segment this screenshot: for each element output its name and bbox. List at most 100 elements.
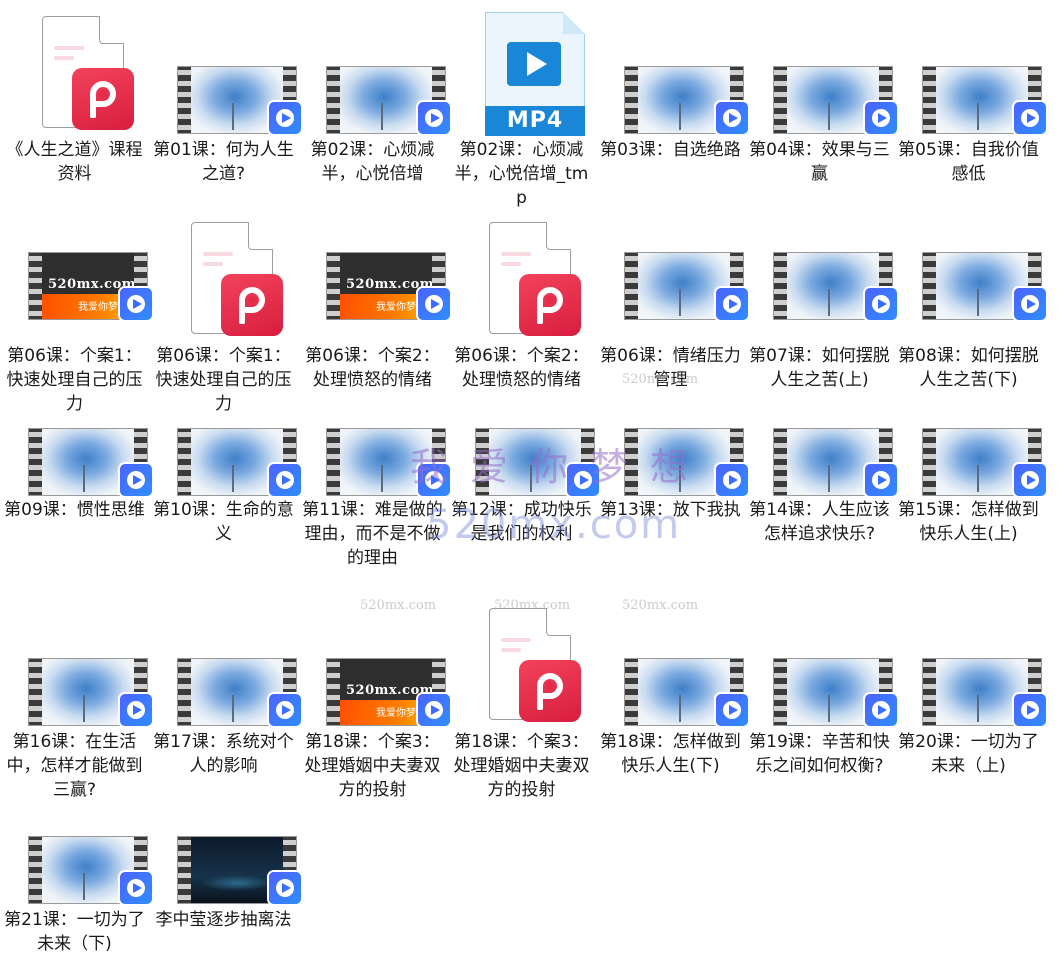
file-name-label: 第21课：一切为了未来（下) [4, 910, 145, 954]
file-name-label: 第15课：怎样做到快乐人生(上) [898, 500, 1039, 544]
thumbnail-frame [42, 837, 134, 903]
pdf-glyph-icon [534, 672, 566, 711]
thumbnail-frame [638, 429, 730, 495]
file-name-label: 第04课：效果与三赢 [749, 140, 890, 184]
page-fold [546, 608, 571, 636]
video-thumbnail-icon[interactable] [773, 252, 893, 320]
video-thumbnail-icon[interactable] [773, 658, 893, 726]
film-perforation [879, 253, 892, 319]
file-name-label: 第01课：何为人生之道? [153, 140, 294, 184]
video-thumbnail-icon[interactable] [326, 428, 446, 496]
pdf-glyph-icon [87, 80, 119, 119]
thumbnail-frame [936, 253, 1028, 319]
film-perforation [625, 253, 638, 319]
video-thumbnail-icon[interactable] [326, 66, 446, 134]
film-perforation [29, 253, 42, 319]
video-thumbnail-icon[interactable]: 520mx.com 我爱你梦想 [326, 252, 446, 320]
film-perforation [879, 67, 892, 133]
film-perforation [29, 429, 42, 495]
film-perforation [327, 67, 340, 133]
file-name-label: 第06课：个案2：处理愤怒的情绪 [454, 346, 589, 390]
text-line [203, 262, 223, 266]
video-thumbnail-icon[interactable] [28, 428, 148, 496]
file-name-label: 第06课：个案1：快速处理自己的压力 [6, 346, 143, 414]
file-name-label: 第06课：个案2：处理愤怒的情绪 [305, 346, 440, 390]
thumbnail-frame [787, 253, 879, 319]
video-thumbnail-icon[interactable] [28, 836, 148, 904]
video-thumbnail-icon[interactable] [624, 252, 744, 320]
pdf-badge-icon [519, 274, 581, 336]
page-fold [546, 222, 571, 250]
pdf-file-icon[interactable] [191, 222, 283, 336]
film-perforation [178, 837, 191, 903]
file-name-label: 第09课：惯性思维 [4, 500, 145, 520]
pdf-file-icon[interactable] [42, 16, 134, 130]
video-thumbnail-icon[interactable] [773, 66, 893, 134]
film-perforation [283, 659, 296, 725]
film-perforation [730, 253, 743, 319]
video-thumbnail-icon[interactable] [624, 428, 744, 496]
pdf-file-icon[interactable] [489, 608, 581, 722]
pdf-badge-icon [72, 68, 134, 130]
video-thumbnail-icon[interactable] [28, 658, 148, 726]
video-thumbnail-icon[interactable] [773, 428, 893, 496]
file-name-label: 第18课：个案3：处理婚姻中夫妻双方的投射 [304, 732, 441, 800]
film-perforation [774, 659, 787, 725]
video-thumbnail-icon[interactable] [922, 428, 1042, 496]
text-line [501, 262, 521, 266]
video-thumbnail-icon[interactable] [177, 658, 297, 726]
pdf-glyph-icon [534, 286, 566, 325]
film-perforation [432, 253, 445, 319]
thumbnail-frame [42, 429, 134, 495]
film-perforation [1028, 253, 1041, 319]
film-perforation [1028, 659, 1041, 725]
film-perforation [283, 837, 296, 903]
play-icon [507, 42, 561, 86]
film-perforation [432, 67, 445, 133]
thumbnail-frame: 520mx.com 我爱你梦想 [340, 659, 432, 725]
thumb-slogan-text: 我爱你梦想 [376, 302, 426, 313]
thumbnail-frame [787, 429, 879, 495]
video-thumbnail-icon[interactable]: 520mx.com 我爱你梦想 [326, 658, 446, 726]
video-thumbnail-icon[interactable] [922, 658, 1042, 726]
video-thumbnail-icon[interactable] [624, 66, 744, 134]
pdf-badge-icon [519, 660, 581, 722]
thumb-slogan-text: 我爱你梦想 [78, 302, 128, 313]
file-name-label: 第05课：自我价值感低 [898, 140, 1039, 184]
film-perforation [178, 429, 191, 495]
video-thumbnail-icon[interactable] [177, 428, 297, 496]
video-thumbnail-icon[interactable] [922, 66, 1042, 134]
pdf-file-icon[interactable] [489, 222, 581, 336]
film-perforation [29, 659, 42, 725]
text-line [501, 638, 531, 642]
video-thumbnail-icon[interactable] [177, 836, 297, 904]
film-perforation [774, 67, 787, 133]
film-perforation [625, 429, 638, 495]
file-name-label: 第10课：生命的意义 [153, 500, 294, 544]
video-thumbnail-icon[interactable] [624, 658, 744, 726]
film-perforation [774, 253, 787, 319]
film-perforation [327, 253, 340, 319]
file-name-label: 第07课：如何摆脱人生之苦(上) [749, 346, 890, 390]
file-name-label: 第14课：人生应该怎样追求快乐? [749, 500, 890, 544]
film-perforation [774, 429, 787, 495]
film-perforation [879, 659, 892, 725]
file-name-label: 第08课：如何摆脱人生之苦(下) [898, 346, 1039, 390]
video-thumbnail-icon[interactable] [475, 428, 595, 496]
film-perforation [29, 837, 42, 903]
file-name-label: 第20课：一切为了未来（上) [898, 732, 1039, 776]
file-name-label: 第11课：难是做的理由，而不是不做的理由 [302, 500, 443, 568]
thumbnail-frame [191, 837, 283, 903]
file-name-label: 第13课：放下我执 [600, 500, 741, 520]
film-perforation [1028, 429, 1041, 495]
page-fold [99, 16, 124, 44]
file-name-label: 第17课：系统对个人的影响 [153, 732, 294, 776]
thumbnail-frame [340, 429, 432, 495]
video-thumbnail-icon[interactable]: 520mx.com 我爱你梦想 [28, 252, 148, 320]
video-thumbnail-icon[interactable] [177, 66, 297, 134]
thumb-site-text: 520mx.com [346, 683, 432, 698]
text-line [203, 252, 233, 256]
video-thumbnail-icon[interactable] [922, 252, 1042, 320]
mp4-file-icon[interactable]: MP4 [485, 12, 585, 136]
thumbnail-frame [191, 67, 283, 133]
